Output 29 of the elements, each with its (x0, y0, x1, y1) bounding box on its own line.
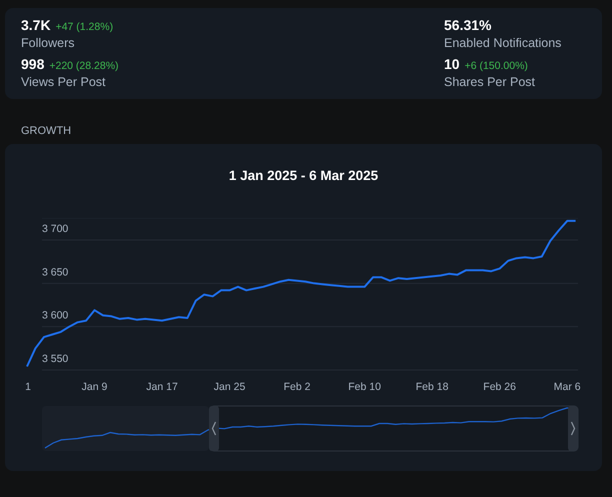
stat-value: 998 (21, 56, 44, 72)
stat-value: 3.7K (21, 17, 51, 33)
stat-change: +47 (1.28%) (56, 21, 114, 33)
stat-label: Followers (21, 36, 76, 50)
stat-change: +6 (150.00%) (464, 60, 528, 72)
navigator-selection[interactable] (210, 406, 578, 452)
y-axis-label: 3 650 (42, 266, 68, 278)
chart-title: 1 Jan 2025 - 6 Mar 2025 (228, 167, 380, 185)
stat-label: Shares Per Post (444, 75, 536, 89)
navigator-handle[interactable] (209, 406, 219, 451)
x-axis-label: Feb 18 (416, 381, 448, 393)
x-axis-label: 1 (25, 381, 31, 393)
x-axis-label: Feb 26 (483, 381, 516, 393)
x-axis-label: Jan 17 (146, 381, 178, 393)
y-axis-label: 3 550 (42, 353, 68, 365)
y-axis-label: 3 700 (42, 223, 68, 235)
x-axis-label: Mar 6 (554, 381, 581, 393)
section-heading: GROWTH (21, 125, 72, 137)
x-axis-label: Jan 9 (82, 381, 108, 393)
x-axis-label: Feb 2 (284, 381, 310, 393)
navigator-handle[interactable] (568, 406, 578, 451)
stat-label: Enabled Notifications (444, 36, 562, 50)
stat-value: 10 (444, 56, 460, 72)
stat-change: +220 (28.28%) (49, 60, 119, 72)
stat-value: 56.31% (444, 17, 492, 33)
y-axis-label: 3 600 (42, 310, 68, 322)
stat-label: Views Per Post (21, 75, 107, 89)
x-axis-label: Jan 25 (214, 381, 246, 393)
x-axis-label: Feb 10 (348, 381, 381, 393)
